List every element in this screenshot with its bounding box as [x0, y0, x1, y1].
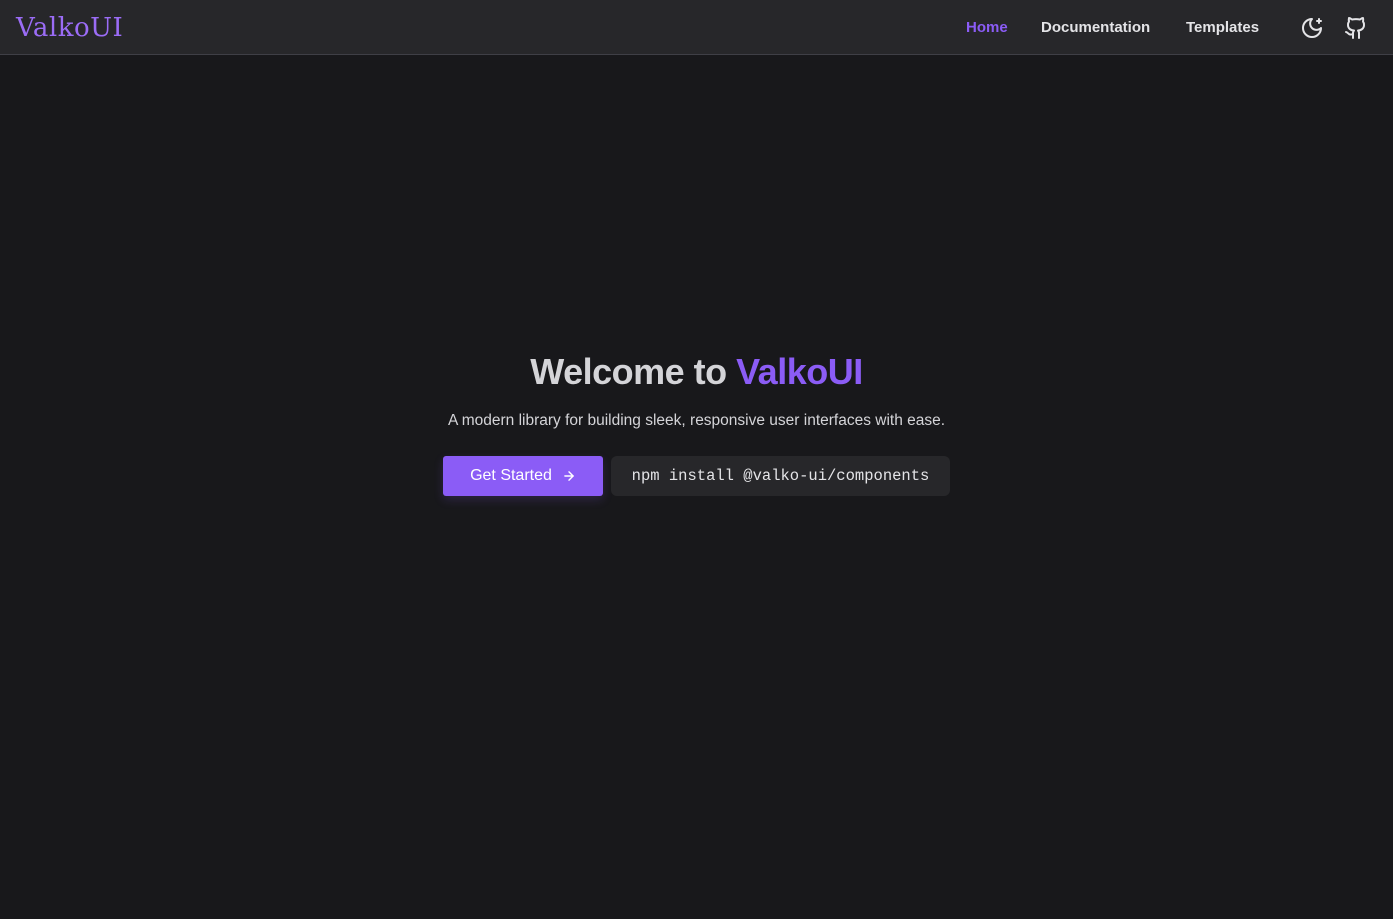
hero-title-prefix: Welcome to [530, 351, 737, 392]
nav-documentation-link[interactable]: Documentation [1041, 19, 1150, 36]
get-started-label: Get Started [470, 467, 552, 484]
github-icon [1345, 17, 1366, 39]
github-button[interactable] [1343, 15, 1369, 41]
install-command-text: npm install @valko-ui/components [631, 467, 930, 485]
theme-toggle-button[interactable] [1299, 15, 1325, 41]
navbar: ValkoUI Home Documentation Templates [0, 0, 1393, 55]
hero-title-accent: ValkoUI [736, 351, 863, 392]
get-started-button[interactable]: Get Started [443, 456, 603, 496]
hero-subtitle: A modern library for building sleek, res… [447, 412, 946, 429]
nav-templates-link[interactable]: Templates [1186, 19, 1259, 36]
arrow-right-icon [564, 471, 574, 481]
moon-icon [1302, 18, 1322, 38]
brand-logo[interactable]: ValkoUI [16, 11, 123, 45]
hero-section: Welcome to ValkoUI A modern library for … [0, 56, 1393, 919]
nav-home-link[interactable]: Home [966, 19, 1008, 36]
hero-title: Welcome to ValkoUI [0, 350, 1393, 394]
install-command-box[interactable]: npm install @valko-ui/components [611, 456, 950, 496]
